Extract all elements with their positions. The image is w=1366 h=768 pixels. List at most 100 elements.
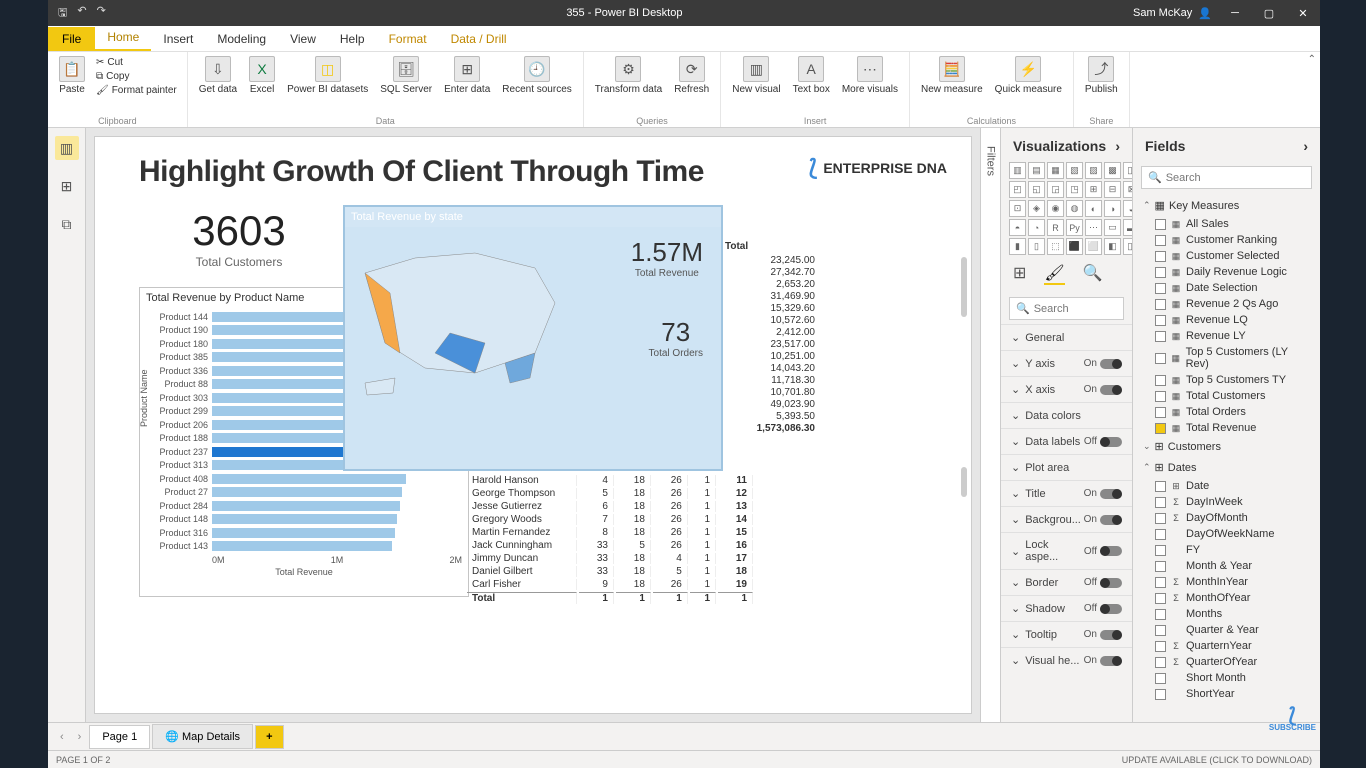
viz-type-icon[interactable]: ▤ [1028, 162, 1045, 179]
fields-search[interactable]: 🔍Search [1141, 166, 1312, 189]
copy-button[interactable]: ⧉Copy [96, 70, 177, 83]
bar-row[interactable]: Product 148 [212, 513, 462, 527]
checkbox[interactable] [1155, 267, 1166, 278]
toggle[interactable]: Off [1084, 577, 1122, 588]
field-item[interactable]: ▦Total Orders [1137, 404, 1316, 420]
checkbox[interactable] [1155, 657, 1166, 668]
get-data-button[interactable]: ⇩Get data [194, 54, 242, 97]
field-item[interactable]: ▦Total Customers [1137, 388, 1316, 404]
field-item[interactable]: Month & Year [1137, 558, 1316, 574]
checkbox[interactable] [1155, 219, 1166, 230]
viz-type-icon[interactable]: ◳ [1066, 181, 1083, 198]
field-item[interactable]: ▦Total Revenue [1137, 420, 1316, 436]
viz-type-icon[interactable]: ⬛ [1066, 238, 1083, 255]
field-item[interactable]: ▦Customer Ranking [1137, 232, 1316, 248]
checkbox[interactable] [1155, 689, 1166, 700]
format-tab-icon[interactable]: 🖌 [1044, 263, 1064, 285]
field-item[interactable]: ⊞Date [1137, 478, 1316, 494]
viz-type-icon[interactable]: ◔ [1028, 219, 1045, 236]
format-section[interactable]: ⌄Visual he...On [1001, 647, 1132, 673]
pbi-datasets-button[interactable]: ◫Power BI datasets [282, 54, 373, 97]
enter-data-button[interactable]: ⊞Enter data [439, 54, 495, 97]
field-item[interactable]: ▦Revenue LQ [1137, 312, 1316, 328]
next-page-icon[interactable]: › [72, 731, 88, 743]
field-item[interactable]: Months [1137, 606, 1316, 622]
text-box-button[interactable]: AText box [788, 54, 835, 97]
viz-type-icon[interactable]: ◉ [1047, 200, 1064, 217]
viz-type-icon[interactable]: ◐ [1085, 200, 1102, 217]
checkbox[interactable] [1155, 513, 1166, 524]
cut-button[interactable]: ✂Cut [96, 56, 177, 69]
field-item[interactable]: ▦Date Selection [1137, 280, 1316, 296]
paste-button[interactable]: 📋Paste [54, 54, 90, 97]
checkbox[interactable] [1155, 561, 1166, 572]
card-total-customers[interactable]: 3603 Total Customers [139, 207, 339, 269]
viz-type-icon[interactable]: ◓ [1009, 219, 1026, 236]
checkbox[interactable] [1155, 375, 1166, 386]
field-item[interactable]: ΣDayOfMonth [1137, 510, 1316, 526]
report-canvas[interactable]: Highlight Growth Of Client Through Time … [94, 136, 972, 714]
viz-type-icon[interactable]: ⊡ [1009, 200, 1026, 217]
viz-type-icon[interactable]: ⬚ [1047, 238, 1064, 255]
format-section[interactable]: ⌄Data colors [1001, 402, 1132, 428]
model-view-icon[interactable]: ⧉ [55, 212, 79, 236]
checkbox[interactable] [1155, 673, 1166, 684]
tab-home[interactable]: Home [95, 25, 151, 51]
new-visual-button[interactable]: ▥New visual [727, 54, 785, 97]
checkbox[interactable] [1155, 625, 1166, 636]
bar-row[interactable]: Product 316 [212, 526, 462, 540]
field-item[interactable]: ▦Revenue 2 Qs Ago [1137, 296, 1316, 312]
more-visuals-button[interactable]: ⋯More visuals [837, 54, 903, 97]
checkbox[interactable] [1155, 299, 1166, 310]
viz-type-icon[interactable]: ▩ [1104, 162, 1121, 179]
format-section[interactable]: ⌄General [1001, 324, 1132, 350]
tab-insert[interactable]: Insert [151, 27, 205, 51]
tab-view[interactable]: View [278, 27, 328, 51]
bar-row[interactable]: Product 27 [212, 486, 462, 500]
close-button[interactable]: ✕ [1286, 7, 1320, 20]
report-view-icon[interactable]: ▥ [55, 136, 79, 160]
map-visual[interactable]: Total Revenue by state 1.57M Total Reven… [343, 205, 723, 471]
sql-server-button[interactable]: 🗄SQL Server [375, 54, 437, 97]
minimize-button[interactable]: ─ [1218, 7, 1252, 19]
redo-icon[interactable]: ↷ [97, 4, 106, 23]
format-section[interactable]: ⌄Plot area [1001, 454, 1132, 480]
checkbox[interactable] [1155, 315, 1166, 326]
scrollbar[interactable] [961, 257, 967, 317]
field-item[interactable]: ΣMonthInYear [1137, 574, 1316, 590]
publish-button[interactable]: ⤴Publish [1080, 54, 1123, 97]
viz-type-icon[interactable]: ▥ [1009, 162, 1026, 179]
format-section[interactable]: ⌄ShadowOff [1001, 595, 1132, 621]
toggle[interactable]: Off [1084, 436, 1122, 447]
fields-tab-icon[interactable]: ⊞ [1013, 263, 1026, 285]
viz-type-icon[interactable]: ▧ [1066, 162, 1083, 179]
table-row[interactable]: Daniel Gilbert33185118 [467, 566, 753, 577]
field-item[interactable]: ΣQuarterOfYear [1137, 654, 1316, 670]
viz-type-icon[interactable]: ◈ [1028, 200, 1045, 217]
page-tab-map-details[interactable]: 🌐 Map Details [152, 724, 253, 749]
quick-measure-button[interactable]: ⚡Quick measure [990, 54, 1067, 97]
prev-page-icon[interactable]: ‹ [54, 731, 70, 743]
viz-type-icon[interactable]: ▯ [1028, 238, 1045, 255]
toggle[interactable]: On [1084, 384, 1122, 395]
checkbox[interactable] [1155, 331, 1166, 342]
format-section[interactable]: ⌄Lock aspe...Off [1001, 532, 1132, 569]
viz-type-icon[interactable]: ◑ [1104, 200, 1121, 217]
viz-type-icon[interactable]: ◱ [1028, 181, 1045, 198]
field-table[interactable]: ⌃▦Key Measures [1137, 195, 1316, 216]
file-tab[interactable]: File [48, 27, 95, 51]
page-tab-1[interactable]: Page 1 [89, 725, 150, 749]
checkbox[interactable] [1155, 497, 1166, 508]
checkbox[interactable] [1155, 283, 1166, 294]
viz-type-icon[interactable]: ▨ [1085, 162, 1102, 179]
tab-modeling[interactable]: Modeling [205, 27, 278, 51]
analytics-tab-icon[interactable]: 🔍 [1083, 263, 1103, 285]
user-avatar-icon[interactable]: 👤 [1198, 7, 1212, 20]
bar-row[interactable]: Product 284 [212, 499, 462, 513]
viz-type-icon[interactable]: ⋯ [1085, 219, 1102, 236]
table-row[interactable]: Gregory Woods71826114 [467, 514, 753, 525]
format-section[interactable]: ⌄BorderOff [1001, 569, 1132, 595]
viz-type-icon[interactable]: ◍ [1066, 200, 1083, 217]
table-row[interactable]: Jack Cunningham33526116 [467, 540, 753, 551]
field-item[interactable]: ▦Customer Selected [1137, 248, 1316, 264]
